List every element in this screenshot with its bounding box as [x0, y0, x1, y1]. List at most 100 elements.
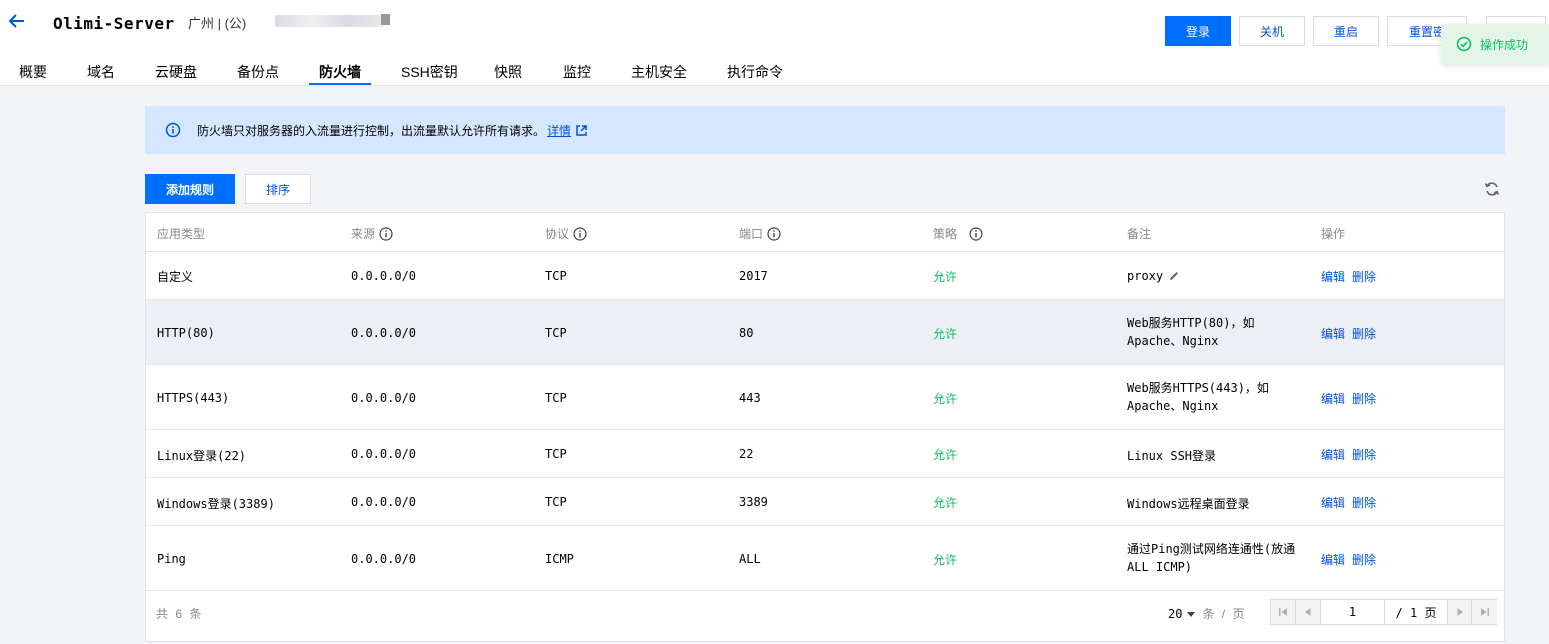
table-row: Ping 0.0.0.0/0 ICMP ALL 允许 通过Ping测试网络连通性… — [146, 526, 1504, 591]
refresh-icon[interactable] — [1484, 181, 1500, 197]
rule-protocol: ICMP — [545, 552, 574, 566]
next-page-icon — [1457, 608, 1463, 616]
rule-protocol: TCP — [545, 391, 567, 405]
tab-run-command[interactable]: 执行命令 — [727, 62, 783, 82]
back-arrow-icon[interactable] — [8, 10, 26, 32]
table-row: HTTPS(443) 0.0.0.0/0 TCP 443 允许 Web服务HTT… — [146, 365, 1504, 430]
edit-link[interactable]: 编辑 — [1321, 551, 1345, 568]
row-actions: 编辑 删除 — [1321, 325, 1376, 342]
rule-type: HTTPS(443) — [157, 391, 230, 405]
pencil-icon[interactable] — [1168, 270, 1180, 282]
row-actions: 编辑 删除 — [1321, 268, 1376, 285]
region-label: 广州 | (公) — [188, 16, 247, 31]
rule-port: 3389 — [739, 495, 768, 509]
rule-note: Web服务HTTP(80)，如Apache、Nginx — [1127, 316, 1255, 348]
rule-note: Linux SSH登录 — [1127, 449, 1217, 463]
tab-backup[interactable]: 备份点 — [237, 62, 279, 82]
column-actions: 操作 — [1321, 227, 1346, 241]
table-header: 应用类型 来源 协议 端口 策略 备注 操作 — [146, 213, 1504, 252]
restart-button[interactable]: 重启 — [1313, 16, 1379, 46]
external-link-icon[interactable] — [576, 124, 587, 136]
row-actions: 编辑 删除 — [1321, 551, 1376, 568]
prev-page-button[interactable] — [1296, 600, 1321, 624]
delete-link[interactable]: 删除 — [1352, 325, 1376, 342]
rule-source: 0.0.0.0/0 — [351, 391, 417, 405]
tab-domain[interactable]: 域名 — [87, 62, 115, 82]
rule-protocol: TCP — [545, 326, 567, 340]
rule-policy: 允许 — [933, 327, 958, 341]
info-icon — [165, 122, 181, 138]
tab-firewall[interactable]: 防火墙 — [319, 62, 361, 82]
table-row: Windows登录(3389) 0.0.0.0/0 TCP 3389 允许 Wi… — [146, 478, 1504, 526]
active-tab-indicator — [309, 83, 371, 85]
rule-note: Web服务HTTPS(443)，如Apache、Nginx — [1127, 381, 1269, 413]
delete-link[interactable]: 删除 — [1352, 551, 1376, 568]
shutdown-button[interactable]: 关机 — [1239, 16, 1305, 46]
delete-link[interactable]: 删除 — [1352, 446, 1376, 463]
ip-address-redacted — [275, 15, 383, 27]
server-name: Olimi-Server — [53, 14, 175, 33]
tab-cloud-disk[interactable]: 云硬盘 — [155, 62, 197, 82]
edit-link[interactable]: 编辑 — [1321, 494, 1345, 511]
page-header: Olimi-Server 广州 | (公) 登录 关机 重启 重置密 概要 域名… — [0, 0, 1549, 86]
add-rule-button[interactable]: 添加规则 — [145, 174, 235, 204]
rule-port: 443 — [739, 391, 761, 405]
rule-port: 80 — [739, 326, 754, 340]
column-protocol: 协议 — [545, 225, 587, 242]
page-size-unit: 条 / 页 — [1202, 607, 1247, 621]
info-icon[interactable] — [573, 226, 587, 241]
row-actions: 编辑 删除 — [1321, 494, 1376, 511]
edit-link[interactable]: 编辑 — [1321, 325, 1345, 342]
info-icon[interactable] — [767, 226, 781, 241]
rule-source: 0.0.0.0/0 — [351, 326, 417, 340]
next-page-button[interactable] — [1447, 600, 1472, 624]
page-size-select[interactable]: 20 条 / 页 — [1168, 605, 1246, 622]
rule-policy: 允许 — [933, 553, 958, 567]
toast-text: 操作成功 — [1480, 37, 1529, 52]
tab-snapshot[interactable]: 快照 — [494, 62, 522, 82]
column-source: 来源 — [351, 225, 393, 242]
firewall-rules-table: 应用类型 来源 协议 端口 策略 备注 操作 自定义 0.0.0.0/0 TCP… — [145, 212, 1505, 642]
rule-policy: 允许 — [933, 448, 958, 462]
rule-protocol: TCP — [545, 447, 567, 461]
copy-icon[interactable] — [381, 14, 390, 25]
info-icon[interactable] — [379, 226, 393, 241]
delete-link[interactable]: 删除 — [1352, 494, 1376, 511]
success-toast: 操作成功 — [1441, 24, 1549, 64]
rule-note: Windows远程桌面登录 — [1127, 497, 1250, 511]
pagination: 1 / 1 页 — [1270, 599, 1497, 625]
edit-link[interactable]: 编辑 — [1321, 446, 1345, 463]
page-number-input[interactable]: 1 — [1321, 600, 1385, 624]
sort-button[interactable]: 排序 — [245, 174, 311, 204]
tab-overview[interactable]: 概要 — [19, 62, 47, 82]
rule-type: Linux登录(22) — [157, 449, 247, 463]
first-page-icon — [1279, 608, 1287, 616]
last-page-button[interactable] — [1472, 600, 1497, 624]
banner-text: 防火墙只对服务器的入流量进行控制，出流量默认允许所有请求。 — [197, 123, 546, 138]
table-row: 自定义 0.0.0.0/0 TCP 2017 允许 proxy 编辑 删除 — [146, 252, 1504, 300]
login-button[interactable]: 登录 — [1165, 16, 1231, 46]
details-link[interactable]: 详情 — [547, 122, 571, 139]
tab-monitor[interactable]: 监控 — [563, 62, 591, 82]
rule-type: HTTP(80) — [157, 326, 215, 340]
rule-source: 0.0.0.0/0 — [351, 495, 417, 509]
total-pages: / 1 页 — [1395, 605, 1437, 620]
column-type: 应用类型 — [157, 227, 206, 241]
delete-link[interactable]: 删除 — [1352, 390, 1376, 407]
delete-link[interactable]: 删除 — [1352, 268, 1376, 285]
rule-port: 2017 — [739, 269, 768, 283]
column-note: 备注 — [1127, 227, 1152, 241]
tab-ssh-key[interactable]: SSH密钥 — [401, 62, 458, 82]
info-icon[interactable] — [969, 226, 983, 241]
rule-note: 通过Ping测试网络连通性(放通ALL ICMP) — [1127, 542, 1296, 574]
note-text: proxy — [1127, 269, 1164, 283]
first-page-button[interactable] — [1271, 600, 1296, 624]
check-circle-icon — [1456, 36, 1472, 52]
rule-type: Windows登录(3389) — [157, 497, 275, 511]
edit-link[interactable]: 编辑 — [1321, 268, 1345, 285]
info-banner: 防火墙只对服务器的入流量进行控制，出流量默认允许所有请求。 详情 — [145, 106, 1505, 154]
tab-host-security[interactable]: 主机安全 — [631, 62, 687, 82]
total-count: 共 6 条 — [156, 607, 204, 621]
edit-link[interactable]: 编辑 — [1321, 390, 1345, 407]
table-row: Linux登录(22) 0.0.0.0/0 TCP 22 允许 Linux SS… — [146, 430, 1504, 478]
